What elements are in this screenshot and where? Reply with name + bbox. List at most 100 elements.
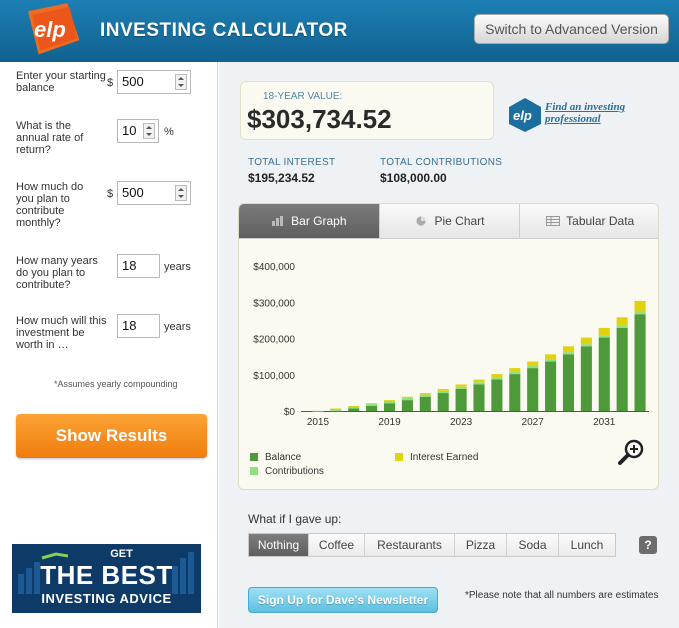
- bar-segment-contributions: [455, 386, 467, 389]
- x-tick-label: 2015: [307, 417, 330, 428]
- app-header: elp INVESTING CALCULATOR Switch to Advan…: [0, 0, 679, 62]
- bar-segment-contributions: [366, 403, 378, 406]
- whatif-option-soda[interactable]: Soda: [507, 534, 559, 556]
- bar-segment-balance: [473, 384, 485, 411]
- starting-balance-input[interactable]: 500: [117, 70, 191, 94]
- whatif-option-restaurants[interactable]: Restaurants: [365, 534, 455, 556]
- total-interest-label: TOTAL INTEREST: [248, 157, 336, 168]
- ad-text-the-best: THE BEST: [40, 560, 173, 590]
- svg-text:elp: elp: [513, 108, 532, 123]
- help-button[interactable]: ?: [639, 536, 657, 554]
- tab-bar-graph[interactable]: Bar Graph: [239, 204, 380, 239]
- monthly-contribution-label: How much do you plan to contribute month…: [16, 181, 84, 229]
- starting-balance-spinner[interactable]: [175, 74, 187, 90]
- whatif-options: Nothing Coffee Restaurants Pizza Soda Lunch: [248, 533, 616, 557]
- bar-segment-interest-earned: [562, 346, 575, 353]
- monthly-contribution-input[interactable]: 500: [117, 181, 191, 205]
- bar-segment-contributions: [383, 401, 396, 404]
- bar-chart-icon: [272, 216, 284, 226]
- bar-segment-balance: [348, 408, 360, 411]
- newsletter-signup-button[interactable]: Sign Up for Dave's Newsletter: [248, 587, 438, 613]
- bar-segment-interest-earned: [366, 403, 378, 405]
- legend-balance-swatch: [250, 453, 258, 461]
- bar-segment-balance: [401, 400, 413, 411]
- y-tick-label: $300,000: [253, 298, 295, 309]
- bar-segment-interest-earned: [330, 408, 342, 410]
- app-title: INVESTING CALCULATOR: [100, 20, 348, 41]
- annual-rate-input[interactable]: 10: [117, 119, 159, 143]
- years-contribute-label: How many years do you plan to contribute…: [16, 255, 98, 291]
- bar-segment-interest-earned: [598, 327, 610, 336]
- years-contribute-unit: years: [164, 261, 191, 273]
- bar-segment-interest-earned: [545, 354, 557, 360]
- bar-segment-balance: [598, 337, 610, 411]
- legend-balance-label: Balance: [265, 452, 302, 463]
- zoom-icon[interactable]: [617, 437, 647, 467]
- years-worth-input[interactable]: 18: [117, 314, 160, 338]
- bar-segment-contributions: [616, 325, 628, 328]
- years-worth-value: 18: [122, 318, 137, 333]
- ad-text-investing-advice: INVESTING ADVICE: [41, 591, 172, 606]
- bar-segment-interest-earned: [509, 368, 521, 372]
- bar-segment-contributions: [401, 397, 413, 401]
- tab-tabular-data[interactable]: Tabular Data: [520, 204, 658, 239]
- bar-segment-contributions: [491, 377, 503, 380]
- bar-chart: $0 $100,000 $200,000 $300,000 $400,000 2015 20…: [253, 262, 649, 428]
- bar-segment-balance: [419, 396, 431, 411]
- starting-balance-value: 500: [122, 74, 144, 89]
- bar-segment-balance: [580, 346, 592, 411]
- legend-contributions: Contributions: [250, 466, 324, 477]
- bar-segment-balance: [509, 374, 521, 411]
- years-worth-label: How much will this investment be worth i…: [16, 315, 107, 351]
- value-label: 18-YEAR VALUE:: [263, 91, 343, 102]
- bar-segment-balance: [366, 405, 378, 411]
- bar-segment-contributions: [437, 390, 449, 394]
- bar-segment-contributions: [580, 344, 592, 347]
- bar-segment-balance: [437, 393, 449, 411]
- whatif-option-nothing[interactable]: Nothing: [249, 534, 309, 556]
- starting-balance-currency: $: [107, 77, 114, 89]
- whatif-option-lunch[interactable]: Lunch: [559, 534, 615, 556]
- whatif-option-coffee[interactable]: Coffee: [309, 534, 365, 556]
- whatif-option-pizza[interactable]: Pizza: [455, 534, 507, 556]
- annual-rate-percent: %: [164, 126, 174, 138]
- y-tick-label: $400,000: [253, 262, 295, 273]
- annual-rate-value: 10: [122, 123, 137, 138]
- bar-segment-contributions: [419, 394, 431, 397]
- legend-contributions-swatch: [250, 467, 258, 475]
- svg-text:elp: elp: [34, 17, 66, 42]
- pie-chart-icon: [416, 216, 427, 226]
- bar-segment-interest-earned: [491, 374, 503, 378]
- total-contributions-label: TOTAL CONTRIBUTIONS: [380, 157, 503, 168]
- value-amount: $303,734.52: [247, 104, 392, 134]
- bar-segment-contributions: [634, 312, 646, 315]
- bar-segment-interest-earned: [455, 384, 467, 387]
- x-tick-label: 2031: [593, 417, 616, 428]
- legend-balance: Balance: [250, 452, 301, 463]
- ad-banner[interactable]: GET THE BEST INVESTING ADVICE: [12, 544, 201, 613]
- find-professional-link[interactable]: Find an investing professional: [545, 101, 645, 125]
- legend-interest: Interest Earned: [395, 452, 478, 463]
- bar-segment-balance: [491, 379, 503, 411]
- monthly-contribution-currency: $: [107, 188, 114, 200]
- input-panel: Enter your starting balance $ 500 What i…: [0, 62, 218, 628]
- bar-segment-interest-earned: [473, 379, 485, 383]
- chart-tabs: Bar Graph Pie Chart Tabular Data: [239, 204, 658, 239]
- estimate-note: *Please note that all numbers are estima…: [465, 590, 659, 601]
- switch-advanced-button[interactable]: Switch to Advanced Version: [474, 14, 669, 44]
- years-contribute-input[interactable]: 18: [117, 254, 160, 278]
- elp-pro-icon[interactable]: elp: [508, 97, 542, 133]
- bar-segment-interest-earned: [634, 300, 646, 313]
- legend-contributions-label: Contributions: [265, 466, 324, 477]
- x-tick-label: 2023: [450, 417, 473, 428]
- show-results-button[interactable]: Show Results: [16, 414, 207, 458]
- tab-pie-chart[interactable]: Pie Chart: [379, 204, 521, 239]
- bar-segment-balance: [562, 354, 575, 411]
- total-interest-value: $195,234.52: [248, 171, 315, 185]
- x-tick-label: 2027: [522, 417, 545, 428]
- bar-segment-contributions: [473, 382, 485, 385]
- compounding-note: *Assumes yearly compounding: [54, 379, 178, 389]
- annual-rate-spinner[interactable]: [143, 123, 155, 139]
- tab-bar-graph-label: Bar Graph: [291, 214, 347, 228]
- monthly-contribution-spinner[interactable]: [175, 185, 187, 201]
